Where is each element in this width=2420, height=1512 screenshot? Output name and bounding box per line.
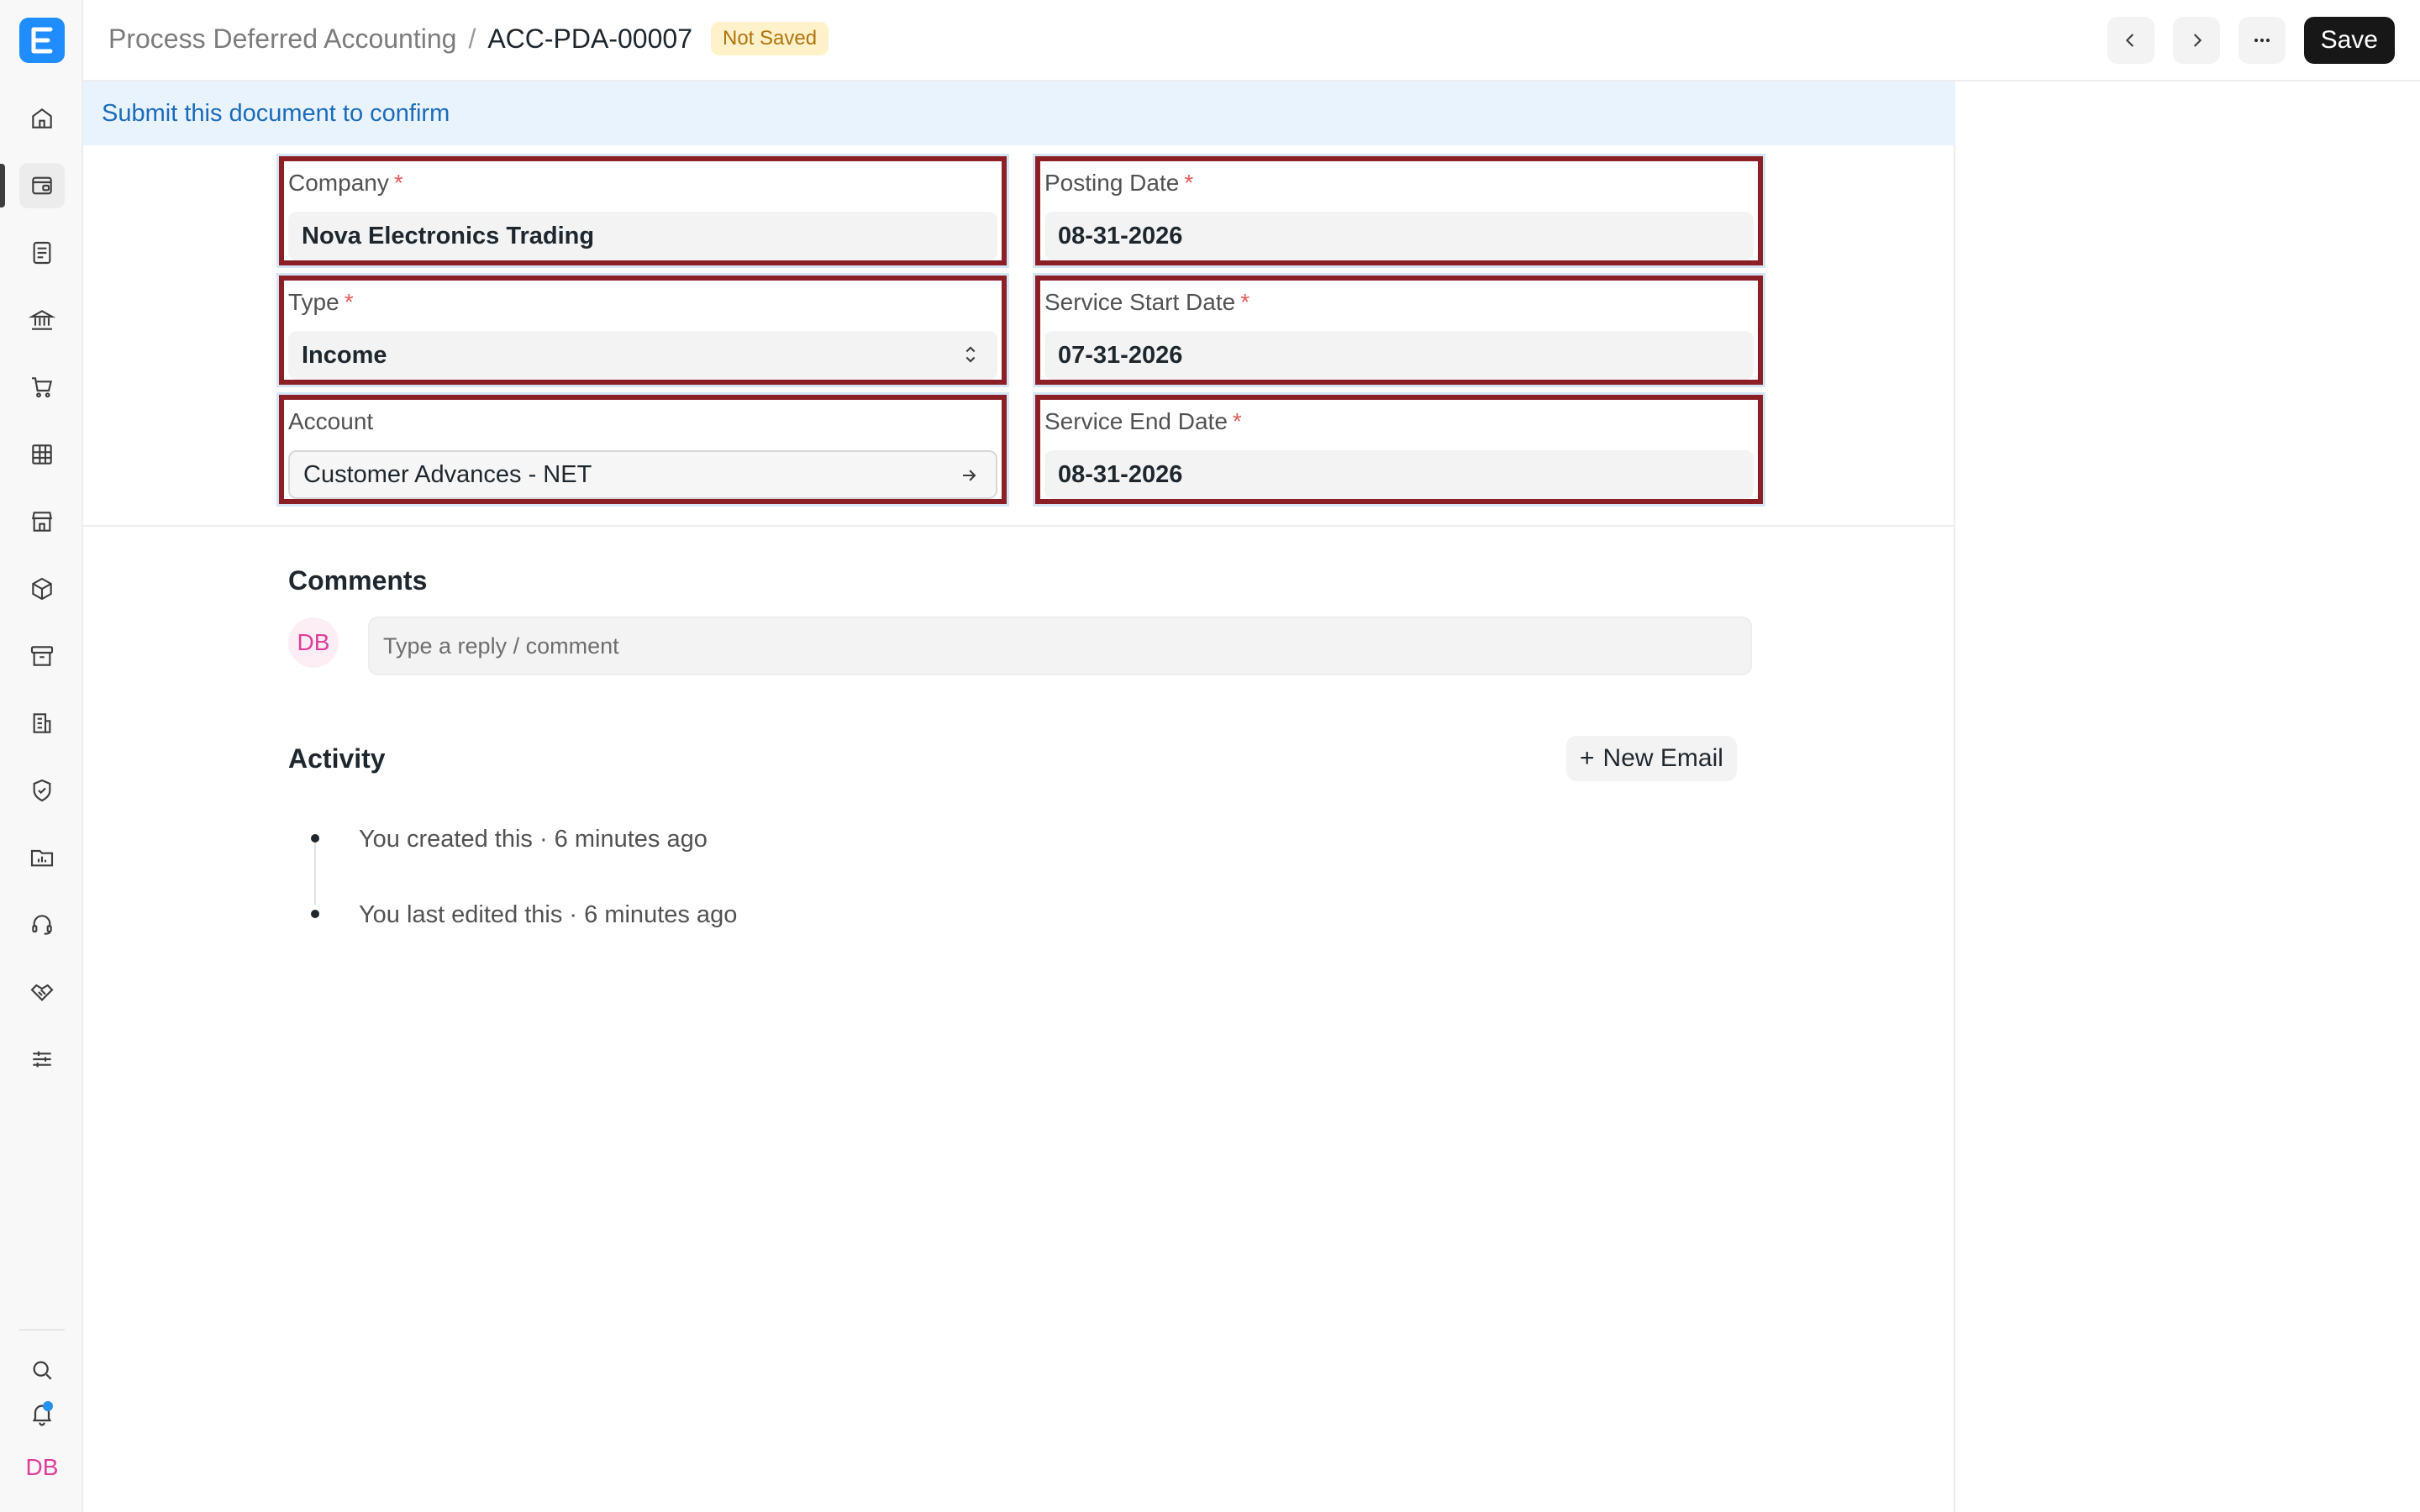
service-start-date-label: Service Start Date *: [1044, 289, 1250, 315]
breadcrumb-separator: /: [468, 23, 476, 54]
chevron-right-icon: [2193, 34, 2202, 47]
company-label: Company *: [288, 170, 403, 196]
app-logo[interactable]: [19, 18, 65, 63]
chevron-left-icon: [2125, 34, 2133, 47]
company-input[interactable]: Nova Electronics Trading: [288, 212, 997, 260]
sidebar-item-bank[interactable]: [19, 297, 65, 343]
service-end-date-label: Service End Date *: [1044, 408, 1242, 434]
top-bar: Process Deferred Accounting / ACC-PDA-00…: [83, 0, 2420, 81]
service-start-date-field: Service Start Date * 07-31-2026: [1035, 276, 1763, 385]
chevron-up-down-icon: [965, 346, 976, 363]
comment-input[interactable]: Type a reply / comment: [368, 617, 1752, 675]
comment-avatar: DB: [288, 617, 339, 668]
breadcrumb: Process Deferred Accounting / ACC-PDA-00…: [108, 22, 829, 55]
plus-icon: +: [1580, 744, 1595, 772]
page-title: ACC-PDA-00007: [487, 23, 692, 54]
timeline-line: [314, 841, 316, 905]
building-icon: [33, 713, 51, 733]
search-icon: [33, 1361, 52, 1380]
sidebar-item-organization[interactable]: [19, 701, 65, 746]
active-indicator: [0, 164, 5, 207]
shield-icon: [33, 779, 51, 802]
sidebar-item-assets[interactable]: [19, 633, 65, 679]
previous-doc-button[interactable]: [2107, 17, 2154, 64]
posting-date-label: Posting Date *: [1044, 170, 1194, 196]
status-badge: Not Saved: [710, 22, 829, 55]
sidebar-item-home[interactable]: [19, 96, 65, 141]
sidebar-item-reports[interactable]: [19, 432, 65, 477]
account-field: Account Customer Advances - NET: [279, 395, 1007, 504]
cart-icon: [32, 377, 53, 398]
sidebar-item-quality[interactable]: [19, 768, 65, 813]
service-end-date-field: Service End Date * 08-31-2026: [1035, 395, 1763, 504]
type-field: Type * Income: [279, 276, 1007, 385]
accounting-icon: [32, 176, 52, 195]
type-select[interactable]: Income: [288, 331, 997, 380]
sidebar: DB: [0, 0, 83, 1512]
handshake-icon: [30, 984, 54, 1001]
home-icon: [32, 108, 52, 129]
service-start-date-input[interactable]: 07-31-2026: [1044, 331, 1754, 380]
sidebar-item-stock[interactable]: [19, 566, 65, 612]
timeline-dot: [311, 910, 319, 918]
sidebar-notifications[interactable]: [19, 1391, 65, 1436]
document-icon: [33, 241, 51, 265]
timeline-dot: [311, 834, 319, 843]
save-button[interactable]: Save: [2303, 17, 2395, 64]
headset-icon: [32, 915, 52, 935]
store-icon: [32, 512, 52, 532]
activity-item: You last edited this · 6 minutes ago: [359, 901, 738, 928]
sidebar-item-documents[interactable]: [19, 230, 65, 276]
sidebar-divider: [19, 1329, 65, 1331]
posting-date-field: Posting Date * 08-31-2026: [1035, 156, 1763, 265]
package-icon: [32, 577, 52, 601]
activity-title: Activity: [288, 743, 386, 774]
posting-date-input[interactable]: 08-31-2026: [1044, 212, 1754, 260]
user-avatar[interactable]: DB: [19, 1446, 65, 1488]
account-input-value: Customer Advances - NET: [303, 460, 592, 488]
archive-icon: [30, 646, 54, 666]
sidebar-search[interactable]: [19, 1347, 65, 1393]
company-field: Company * Nova Electronics Trading: [279, 156, 1007, 265]
table-icon: [32, 444, 52, 465]
type-select-value: Income: [302, 341, 387, 369]
account-input[interactable]: Customer Advances - NET: [288, 450, 997, 499]
app-logo-icon: [31, 27, 53, 54]
top-actions: Save: [2107, 17, 2395, 64]
submit-banner: Submit this document to confirm: [83, 81, 1955, 145]
sidebar-item-buying[interactable]: [19, 365, 65, 410]
activity-item: You created this · 6 minutes ago: [359, 826, 708, 853]
new-email-button[interactable]: + New Email: [1566, 736, 1737, 781]
arrow-right-icon[interactable]: [957, 464, 981, 487]
sidebar-item-selling[interactable]: [19, 499, 65, 544]
sidebar-item-accounting[interactable]: [19, 163, 65, 208]
folder-chart-icon: [30, 849, 54, 867]
sidebar-item-projects[interactable]: [19, 835, 65, 880]
type-label: Type *: [288, 289, 354, 315]
sidebar-item-settings[interactable]: [19, 1037, 65, 1082]
sliders-icon: [33, 1051, 51, 1068]
account-label: Account: [288, 408, 374, 434]
notification-dot: [43, 1401, 53, 1411]
sidebar-item-crm[interactable]: [19, 969, 65, 1015]
breadcrumb-parent-link[interactable]: Process Deferred Accounting: [108, 24, 456, 55]
new-email-label: New Email: [1602, 744, 1723, 772]
service-end-date-input[interactable]: 08-31-2026: [1044, 450, 1754, 499]
sidebar-item-support[interactable]: [19, 902, 65, 948]
more-options-button[interactable]: [2238, 17, 2286, 64]
section-divider: [83, 525, 1955, 527]
more-horizontal-icon: [2254, 38, 2270, 43]
next-doc-button[interactable]: [2172, 17, 2220, 64]
main-content: Submit this document to confirm Company *…: [83, 81, 1955, 1512]
comments-title: Comments: [288, 565, 428, 596]
bank-icon: [29, 310, 55, 330]
